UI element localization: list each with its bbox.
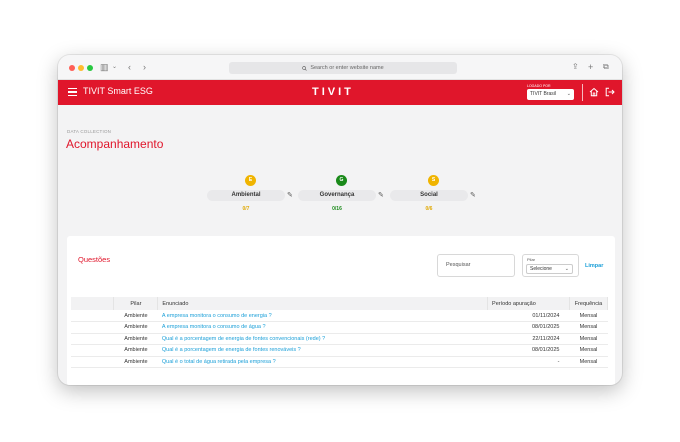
logout-icon[interactable]: [605, 87, 615, 97]
pillar-ambiental: E Ambiental ✎ 0/7: [207, 175, 297, 217]
page-title: Acompanhamento: [66, 137, 164, 151]
row-spacer: [71, 310, 114, 322]
organization-select[interactable]: TIVIT Brasil ⌄: [527, 89, 574, 100]
cell-enunciado-link[interactable]: Qual é o total de água retirada pela emp…: [157, 356, 488, 368]
maximize-window-button[interactable]: [87, 65, 93, 71]
pillar-social-count: 0/6: [425, 206, 433, 212]
cell-periodo: -: [487, 356, 570, 368]
questions-table: Pilar Enunciado Período apuração Frequên…: [71, 297, 609, 368]
share-icon[interactable]: ⇪: [572, 61, 579, 73]
cell-pilar: Ambiente: [113, 310, 158, 322]
pillar-governanca-button[interactable]: Governança: [298, 190, 376, 201]
pillar-badge-g: G: [336, 175, 347, 186]
table-row[interactable]: Ambiente Qual é o total de água retirada…: [71, 356, 608, 368]
column-header-select: [71, 297, 115, 310]
column-header-frequencia[interactable]: Frequência: [569, 297, 609, 310]
cell-periodo: 01/11/2024: [487, 310, 570, 322]
row-spacer: [71, 344, 114, 357]
browser-toolbar: ▥ ⌄ ‹ › Search or enter website name ⇪ +…: [58, 55, 622, 80]
search-placeholder: Pesquisar: [446, 262, 471, 268]
pillar-badge-s: S: [428, 175, 439, 186]
table-row[interactable]: Ambiente Qual é a porcentagem de energia…: [71, 333, 608, 345]
cell-enunciado-link[interactable]: Qual é a porcentagem de energia de fonte…: [157, 344, 488, 357]
pilar-filter-label: Pilar: [527, 257, 536, 262]
minimize-window-button[interactable]: [78, 65, 84, 71]
column-header-pilar[interactable]: Pilar: [113, 297, 159, 310]
browser-window: ▥ ⌄ ‹ › Search or enter website name ⇪ +…: [58, 55, 622, 385]
chevron-down-icon: ⌄: [566, 91, 571, 97]
app-title: TIVIT Smart ESG: [83, 86, 153, 96]
sidebar-toggle-icon[interactable]: ▥: [100, 61, 109, 73]
search-input[interactable]: Pesquisar: [437, 254, 515, 277]
row-spacer: [71, 356, 114, 368]
pilar-filter: Pilar Selecione ⌄: [522, 254, 579, 277]
cell-enunciado-link[interactable]: A empresa monitora o consumo de água ?: [157, 321, 488, 334]
home-icon[interactable]: [589, 87, 599, 97]
questions-panel: Questões Pesquisar Pilar Selecione ⌄ Lim…: [67, 236, 615, 385]
organization-value: TIVIT Brasil: [530, 91, 557, 97]
cell-pilar: Ambiente: [113, 321, 158, 334]
column-header-enunciado[interactable]: Enunciado: [157, 297, 489, 310]
chevron-down-icon: ⌄: [564, 266, 569, 272]
cell-frequencia: Mensal: [569, 344, 608, 357]
cell-pilar: Ambiente: [113, 344, 158, 357]
pillar-ambiental-button[interactable]: Ambiental: [207, 190, 285, 201]
pillar-badge-e: E: [245, 175, 256, 186]
cell-frequencia: Mensal: [569, 356, 608, 368]
questions-title: Questões: [78, 255, 111, 264]
clear-filters-button[interactable]: Limpar: [585, 263, 603, 269]
chevron-down-icon[interactable]: ⌄: [112, 61, 117, 73]
pillar-ambiental-count: 0/7: [242, 206, 250, 212]
cell-pilar: Ambiente: [113, 356, 158, 368]
cell-periodo: 22/11/2024: [487, 333, 570, 345]
edit-pencil-icon[interactable]: ✎: [470, 191, 476, 199]
cell-enunciado-link[interactable]: A empresa monitora o consumo de energia …: [157, 310, 488, 322]
cell-periodo: 08/01/2025: [487, 344, 570, 357]
cell-frequencia: Mensal: [569, 333, 608, 345]
edit-pencil-icon[interactable]: ✎: [287, 191, 293, 199]
address-bar[interactable]: Search or enter website name: [229, 62, 457, 74]
logged-as-label: LOGADO POR: [527, 84, 551, 88]
pillar-social: S Social ✎ 0/6: [390, 175, 480, 217]
forward-icon[interactable]: ›: [143, 61, 146, 73]
pilar-select[interactable]: Selecione ⌄: [526, 264, 573, 274]
cell-frequencia: Mensal: [569, 321, 608, 334]
column-header-periodo[interactable]: Período apuração: [487, 297, 570, 310]
row-spacer: [71, 333, 114, 345]
cell-periodo: 08/01/2025: [487, 321, 570, 334]
app-header: TIVIT Smart ESG TIVIT LOGADO POR TIVIT B…: [58, 80, 622, 105]
menu-icon[interactable]: [68, 88, 77, 96]
table-row[interactable]: Ambiente A empresa monitora o consumo de…: [71, 321, 608, 334]
header-divider: [582, 84, 583, 101]
pillar-governanca-count: 0/16: [332, 206, 342, 212]
table-header-row: Pilar Enunciado Período apuração Frequên…: [71, 297, 609, 310]
cell-enunciado-link[interactable]: Qual é a porcentagem de energia de fonte…: [157, 333, 488, 345]
edit-pencil-icon[interactable]: ✎: [378, 191, 384, 199]
address-placeholder: Search or enter website name: [310, 65, 384, 71]
tivit-logo: TIVIT: [312, 86, 354, 98]
table-row[interactable]: Ambiente Qual é a porcentagem de energia…: [71, 344, 608, 357]
search-icon: [302, 65, 308, 71]
pilar-select-value: Selecione: [530, 266, 552, 272]
tabs-overview-icon[interactable]: ⧉: [603, 61, 609, 73]
breadcrumb: DATA COLLECTION: [67, 129, 112, 134]
pillar-governanca: G Governança ✎ 0/16: [298, 175, 388, 217]
row-spacer: [71, 321, 114, 334]
pillar-social-button[interactable]: Social: [390, 190, 468, 201]
cell-pilar: Ambiente: [113, 333, 158, 345]
new-tab-icon[interactable]: +: [588, 61, 593, 73]
cell-frequencia: Mensal: [569, 310, 608, 322]
close-window-button[interactable]: [69, 65, 75, 71]
table-row[interactable]: Ambiente A empresa monitora o consumo de…: [71, 310, 608, 322]
back-icon[interactable]: ‹: [128, 61, 131, 73]
